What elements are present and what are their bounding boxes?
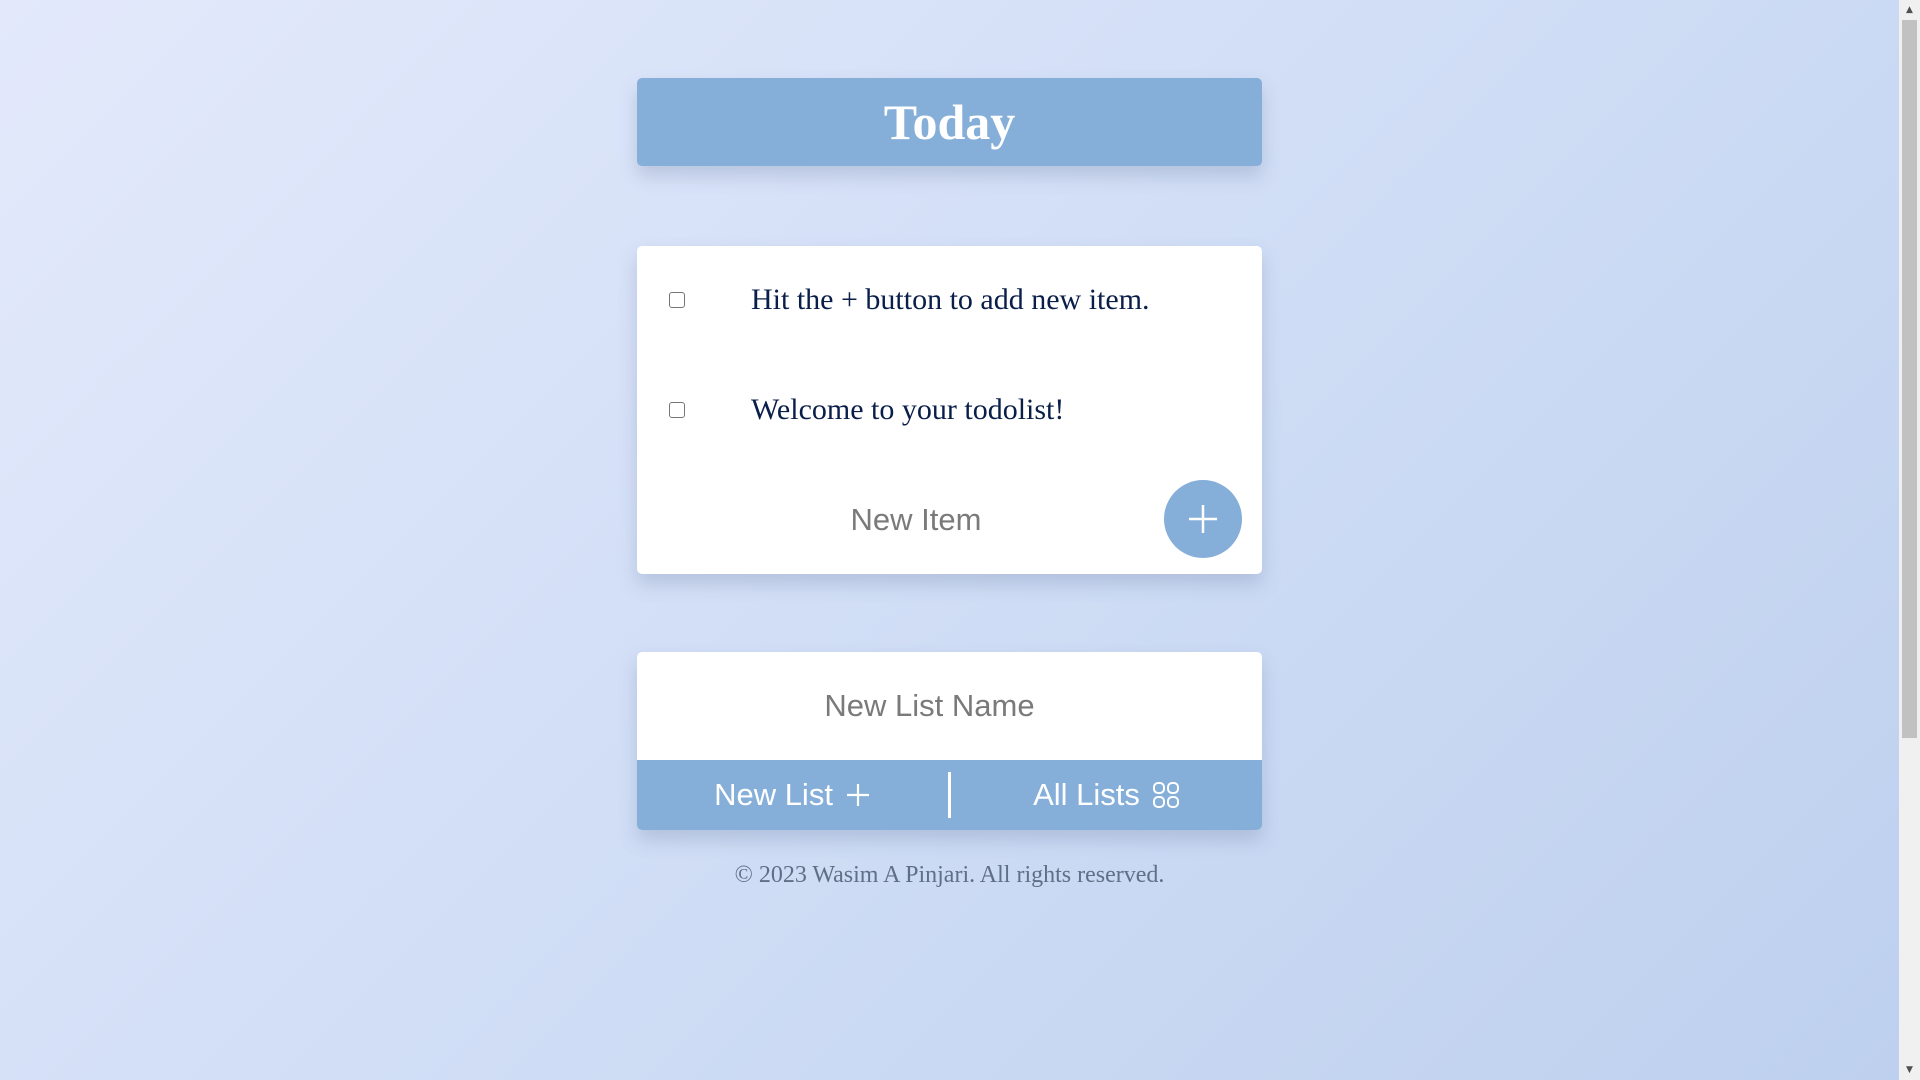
todo-item: Welcome to your todolist!	[0, 380, 1064, 440]
new-list-button[interactable]: New List	[637, 760, 948, 830]
copyright-text: © 2023 Wasim A Pinjari. All rights reser…	[734, 862, 1165, 888]
grid-icon	[1152, 781, 1180, 809]
vertical-scrollbar[interactable]: ▲ ▼	[1899, 0, 1920, 1080]
all-lists-button[interactable]: All Lists	[951, 760, 1262, 830]
scrollbar-thumb[interactable]	[1902, 20, 1917, 738]
plus-icon	[1186, 502, 1220, 536]
list-actions-bar: New List All Lists	[637, 760, 1262, 830]
page-viewport: Today Hit the + button to add new item. …	[0, 0, 1899, 1080]
new-list-name-input[interactable]	[637, 652, 1262, 760]
plus-icon	[845, 782, 871, 808]
scroll-down-arrow-icon[interactable]: ▼	[1899, 1060, 1920, 1080]
todo-item: Hit the + button to add new item.	[0, 270, 1150, 330]
new-list-label: New List	[714, 777, 833, 812]
new-list-card: New List All Lists	[637, 652, 1262, 830]
all-lists-label: All Lists	[1033, 777, 1140, 812]
todo-item-label: Welcome to your todolist!	[751, 393, 1065, 426]
todo-item-checkbox[interactable]	[669, 402, 685, 418]
list-title-banner: Today	[637, 78, 1262, 166]
todo-item-checkbox[interactable]	[669, 292, 685, 308]
list-title: Today	[883, 94, 1016, 150]
todo-item-label: Hit the + button to add new item.	[751, 283, 1150, 316]
scroll-up-arrow-icon[interactable]: ▲	[1899, 0, 1920, 20]
add-item-button[interactable]	[1164, 480, 1242, 558]
new-item-input[interactable]	[716, 490, 1116, 550]
